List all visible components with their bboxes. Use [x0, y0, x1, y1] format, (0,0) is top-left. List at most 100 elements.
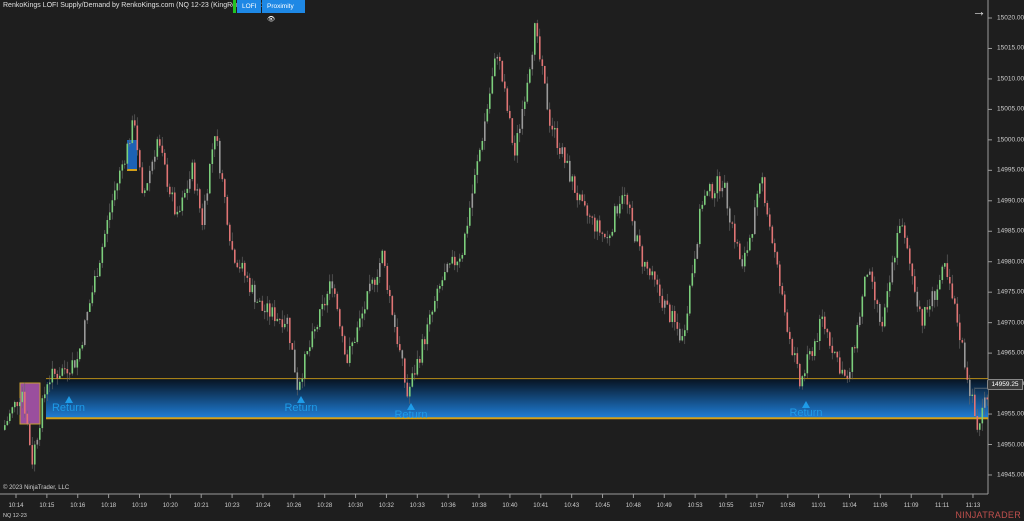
candle	[14, 402, 16, 407]
candle	[104, 234, 106, 247]
candle	[577, 193, 579, 200]
candle	[202, 208, 204, 225]
candle	[149, 171, 151, 183]
candle	[349, 346, 351, 363]
candle	[939, 280, 941, 289]
y-tick-label: 14955.00	[997, 411, 1024, 418]
candle	[539, 36, 541, 59]
candle	[179, 211, 181, 212]
price-chart[interactable]	[0, 0, 1024, 521]
candle	[114, 190, 116, 200]
candle	[597, 220, 599, 231]
candle	[624, 195, 626, 196]
candle	[924, 307, 926, 326]
candle	[812, 351, 814, 356]
arrow-right-icon[interactable]: →	[972, 3, 986, 19]
candle	[787, 312, 789, 332]
candle	[152, 162, 154, 171]
candle	[929, 306, 931, 309]
return-label: Return	[52, 402, 85, 414]
candle	[637, 235, 639, 241]
candle	[857, 325, 859, 348]
candle	[814, 341, 816, 356]
candle	[429, 315, 431, 325]
candle	[507, 88, 509, 111]
x-tick-label: 10:48	[626, 503, 641, 509]
candle	[384, 251, 386, 266]
candle	[552, 126, 554, 130]
candle	[32, 445, 34, 464]
candle	[947, 263, 949, 277]
candle	[599, 220, 601, 232]
x-tick-label: 10:23	[225, 503, 240, 509]
candle	[829, 332, 831, 346]
candle	[662, 296, 664, 308]
candle	[19, 402, 21, 406]
candle	[962, 340, 964, 342]
candle	[117, 183, 119, 190]
candle	[87, 312, 89, 320]
candle	[334, 288, 336, 294]
candle	[779, 265, 781, 287]
lofi-button[interactable]: LOFI	[237, 0, 261, 13]
candle	[332, 281, 334, 288]
candle	[547, 84, 549, 110]
candle	[422, 339, 424, 363]
candle	[397, 327, 399, 344]
chart-title: RenkoKings LOFI Supply/Demand by RenkoKi…	[3, 2, 272, 9]
candle	[527, 83, 529, 102]
candle	[729, 208, 731, 222]
return-label: Return	[284, 402, 317, 414]
x-tick-label: 10:58	[780, 503, 795, 509]
candle	[382, 251, 384, 263]
candle	[532, 55, 534, 70]
candle	[94, 276, 96, 292]
candle	[219, 141, 221, 173]
candle	[797, 353, 799, 364]
candle	[84, 320, 86, 345]
candle	[944, 263, 946, 267]
y-tick-label: 15010.00	[997, 75, 1024, 82]
candle	[972, 395, 974, 396]
candle	[964, 343, 966, 368]
y-tick-label: 14985.00	[997, 228, 1024, 235]
candle	[492, 76, 494, 93]
candle	[832, 346, 834, 353]
candle	[562, 147, 564, 154]
candle	[214, 136, 216, 149]
candle	[854, 347, 856, 348]
candle	[867, 275, 869, 277]
demand-origin-box	[20, 383, 40, 424]
x-tick-label: 10:38	[472, 503, 487, 509]
y-tick-label: 15000.00	[997, 136, 1024, 143]
candle	[802, 376, 804, 386]
x-tick-label: 10:40	[502, 503, 517, 509]
candle	[494, 59, 496, 77]
candle	[282, 319, 284, 327]
y-tick-label: 14945.00	[997, 471, 1024, 478]
candle	[439, 286, 441, 289]
candle	[269, 303, 271, 316]
candle	[89, 303, 91, 312]
candle	[42, 398, 44, 428]
candle	[239, 267, 241, 268]
candle	[764, 177, 766, 203]
candle	[174, 192, 176, 214]
candle	[804, 373, 806, 376]
candle	[684, 330, 686, 336]
candle	[379, 263, 381, 277]
candle	[337, 294, 339, 309]
candle	[247, 276, 249, 278]
proximity-button[interactable]: Proximity 👁	[262, 0, 305, 13]
candle	[874, 282, 876, 300]
candle	[52, 369, 54, 383]
candle	[274, 307, 276, 321]
candle	[734, 224, 736, 242]
candle	[689, 286, 691, 314]
candle	[259, 301, 261, 302]
candle	[839, 357, 841, 373]
candle	[587, 205, 589, 215]
candle	[709, 184, 711, 191]
candle	[157, 139, 159, 157]
candle	[677, 322, 679, 329]
